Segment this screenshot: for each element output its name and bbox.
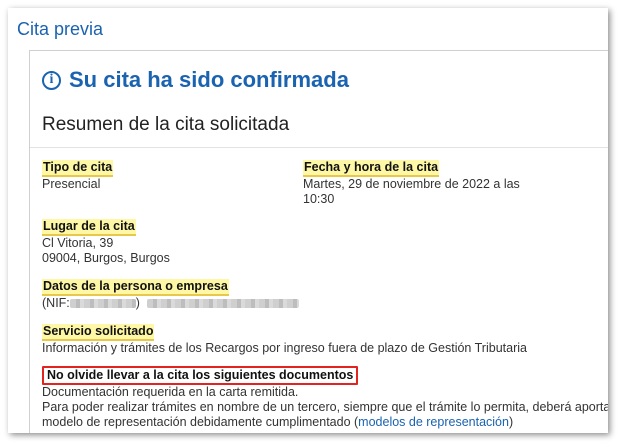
- documents-text: modelo de representación debidamente cum…: [42, 415, 359, 429]
- field-value: (NIF:): [42, 296, 300, 311]
- documents-alert-label: No olvide llevar a la cita los siguiente…: [42, 366, 359, 385]
- field-label: Tipo de cita: [42, 160, 114, 177]
- field-label: Datos de la persona o empresa: [42, 279, 229, 296]
- field-label: Lugar de la cita: [42, 219, 136, 236]
- field-documentos: No olvide llevar a la cita los siguiente…: [42, 366, 608, 430]
- field-tipo: Tipo de cita Presencial: [42, 160, 114, 192]
- summary-title: Resumen de la cita solicitada: [42, 114, 290, 135]
- documents-text: ): [508, 415, 514, 429]
- documents-line: modelo de representación debidamente cum…: [42, 415, 608, 430]
- appointment-window: Cita previa i Su cita ha sido confirmada…: [8, 8, 608, 433]
- nif-suffix: ): [135, 296, 140, 310]
- field-value: Presencial: [42, 177, 101, 191]
- documents-line: Para poder realizar trámites en nombre d…: [42, 400, 608, 414]
- confirmation-message: i Su cita ha sido confirmada: [42, 67, 349, 93]
- field-value: Información y trámites de los Recargos p…: [42, 341, 527, 355]
- field-fecha: Fecha y hora de la cita Martes, 29 de no…: [303, 160, 543, 207]
- divider: [30, 147, 608, 148]
- info-icon: i: [42, 70, 61, 90]
- field-servicio: Servicio solicitado Información y trámit…: [42, 324, 527, 356]
- address-line: Cl Vitoria, 39: [42, 236, 114, 250]
- field-label: Fecha y hora de la cita: [303, 160, 440, 177]
- address-line: 09004, Burgos, Burgos: [42, 251, 170, 265]
- confirmation-panel: i Su cita ha sido confirmada Resumen de …: [29, 50, 608, 433]
- field-value-line: Martes, 29 de noviembre de 2022 a las: [303, 177, 520, 191]
- redacted-name: [147, 299, 300, 309]
- nif-prefix: (NIF:: [42, 296, 70, 310]
- documents-line: Documentación requerida en la carta remi…: [42, 385, 299, 399]
- confirmation-text: Su cita ha sido confirmada: [69, 67, 349, 92]
- page-title: Cita previa: [17, 19, 104, 39]
- field-datos: Datos de la persona o empresa (NIF:): [42, 279, 300, 311]
- field-label: Servicio solicitado: [42, 324, 155, 341]
- field-lugar: Lugar de la cita Cl Vitoria, 39 09004, B…: [42, 219, 170, 266]
- representation-models-link[interactable]: modelos de representación: [358, 415, 509, 429]
- redacted-nif: [69, 299, 136, 309]
- field-value-line: 10:30: [303, 192, 335, 206]
